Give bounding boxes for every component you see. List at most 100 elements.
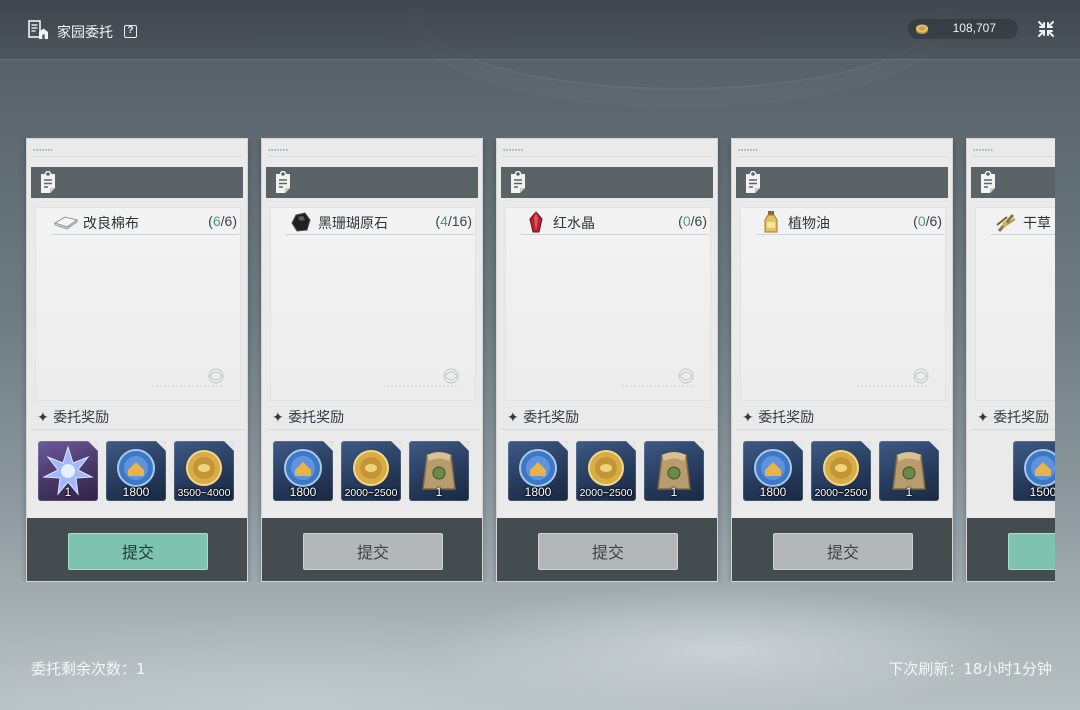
divider (32, 156, 242, 157)
item-need-count: 6 (224, 213, 233, 229)
rewards-title: ✦ 委托奖励 (37, 410, 110, 426)
commission-card: ▪▪▪▪▪▪▪ 黑珊瑚原石 (4/16) ✦ 委托奖励 1800 2000~25… (261, 138, 483, 582)
item-progress: (6/6) (208, 213, 237, 229)
reward-gold-coin[interactable]: 2000~2500 (341, 441, 401, 501)
divider (501, 429, 715, 430)
reward-corner (391, 441, 401, 451)
page-title: 家园委托 (57, 25, 113, 41)
card-corner-decoration: ▪▪▪▪▪▪▪ (973, 147, 994, 152)
reward-corner (861, 441, 871, 451)
reward-corner (156, 441, 166, 451)
refresh-timer: 下次刷新：18小时1分钟 (888, 660, 1052, 678)
divider (267, 156, 477, 157)
divider (521, 234, 709, 235)
reward-corner (793, 441, 803, 451)
reward-value: 1500 (1029, 485, 1055, 499)
commission-cards-list[interactable]: ▪▪▪▪▪▪▪ 改良棉布 (6/6) ✦ 委托奖励 1 1800 3500~40… (0, 138, 1055, 582)
reward-corner (459, 441, 469, 451)
reward-blue-token[interactable]: 1500 (1013, 441, 1055, 501)
item-have-count: 0 (682, 213, 691, 229)
rewards-title: ✦ 委托奖励 (742, 410, 815, 426)
item-need-count: 6 (694, 213, 703, 229)
reward-value: 1800 (759, 485, 787, 499)
reward-value: 1 (905, 485, 913, 499)
help-icon[interactable]: ? (124, 25, 137, 38)
divider (756, 234, 944, 235)
submit-button[interactable]: 提交 (303, 533, 443, 570)
submit-button[interactable]: 提交 (68, 533, 208, 570)
watermark-emblem (622, 368, 694, 387)
reward-corner (88, 441, 98, 451)
reward-seed-bag[interactable]: 1 (879, 441, 939, 501)
item-name: 红水晶 (553, 216, 595, 232)
reward-corner (323, 441, 333, 451)
requirement-panel (975, 207, 1055, 401)
card-footer: 提交 (967, 518, 1055, 581)
card-corner-decoration: ▪▪▪▪▪▪▪ (268, 147, 289, 152)
reward-gold-coin[interactable]: 3500~4000 (174, 441, 234, 501)
currency-display: 108,707 (908, 19, 1018, 39)
watermark-emblem (152, 368, 224, 387)
required-item: 红水晶 (0/6) (505, 211, 711, 235)
reward-value: 1 (64, 485, 72, 499)
item-name: 黑珊瑚原石 (318, 216, 388, 232)
commission-card: ▪▪▪▪▪▪▪ 改良棉布 (6/6) ✦ 委托奖励 1 1800 3500~40… (26, 138, 248, 582)
shrink-window-icon[interactable] (1037, 20, 1055, 38)
task-note-icon (276, 171, 290, 193)
divider (991, 234, 1055, 235)
divider (972, 156, 1055, 157)
reward-blue-token[interactable]: 1800 (106, 441, 166, 501)
reward-crystal-star[interactable]: 1 (38, 441, 98, 501)
item-have-count: 4 (440, 213, 448, 229)
reward-corner (694, 441, 704, 451)
reward-value: 2000~2500 (814, 487, 868, 499)
submit-button[interactable]: 提交 (773, 533, 913, 570)
item-progress: (4/16) (435, 213, 472, 229)
card-corner-decoration: ▪▪▪▪▪▪▪ (33, 147, 54, 152)
card-corner-decoration: ▪▪▪▪▪▪▪ (503, 147, 524, 152)
reward-seed-bag[interactable]: 1 (644, 441, 704, 501)
divider (266, 429, 480, 430)
item-progress: (0/6) (913, 213, 942, 229)
required-item: 干草 (975, 211, 1055, 235)
required-item: 改良棉布 (6/6) (35, 211, 241, 235)
top-bar: 家园委托 ? 108,707 (0, 0, 1080, 60)
reward-value: 2000~2500 (344, 487, 398, 499)
commission-card: ▪▪▪▪▪▪▪ 植物油 (0/6) ✦ 委托奖励 1800 2000~2500 … (731, 138, 953, 582)
divider (31, 429, 245, 430)
reward-gold-coin[interactable]: 2000~2500 (811, 441, 871, 501)
reward-corner (626, 441, 636, 451)
item-progress: (0/6) (678, 213, 707, 229)
card-footer: 提交 (262, 518, 482, 581)
remaining-commissions: 委托剩余次数：1 (31, 660, 146, 678)
required-item: 黑珊瑚原石 (4/16) (270, 211, 476, 235)
reward-blue-token[interactable]: 1800 (508, 441, 568, 501)
watermark-emblem (387, 368, 459, 387)
task-note-icon (746, 171, 760, 193)
task-note-icon (511, 171, 525, 193)
plant-oil-bottle-icon (764, 211, 778, 233)
rewards-title: ✦ 委托奖励 (507, 410, 580, 426)
divider (51, 234, 239, 235)
item-name: 植物油 (788, 216, 830, 232)
reward-blue-token[interactable]: 1800 (273, 441, 333, 501)
reward-blue-token[interactable]: 1800 (743, 441, 803, 501)
card-footer: 提交 (732, 518, 952, 581)
rewards-title: ✦ 委托奖励 (977, 410, 1050, 426)
card-header (31, 167, 243, 198)
item-have-count: 0 (917, 213, 926, 229)
requirement-panel (740, 207, 946, 401)
requirement-panel (505, 207, 711, 401)
rewards-title: ✦ 委托奖励 (272, 410, 345, 426)
card-header (501, 167, 713, 198)
item-name: 改良棉布 (83, 216, 139, 232)
submit-button[interactable]: 提交 (1008, 533, 1055, 570)
divider (736, 429, 950, 430)
card-header (971, 167, 1055, 198)
home-commission-icon (28, 20, 48, 39)
reward-seed-bag[interactable]: 1 (409, 441, 469, 501)
reward-gold-coin[interactable]: 2000~2500 (576, 441, 636, 501)
reward-corner (929, 441, 939, 451)
red-crystal-icon (529, 211, 543, 233)
submit-button[interactable]: 提交 (538, 533, 678, 570)
